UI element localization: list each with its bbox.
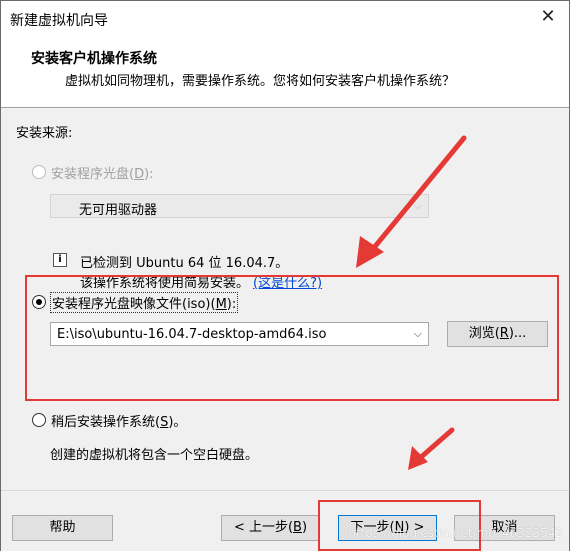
page-title: 安装客户机操作系统	[31, 51, 157, 67]
later-radio-label: 稍后安装操作系统(S)。	[51, 411, 186, 430]
disc-label-mnemonic: D	[134, 167, 145, 182]
wizard-window: 新建虚拟机向导 ✕ 安装客户机操作系统 虚拟机如同物理机，需要操作系统。您将如何…	[0, 0, 570, 551]
disc-label-pre: 安装程序光盘(	[51, 167, 135, 182]
info-icon: i	[53, 253, 67, 267]
disc-drive-value: 无可用驱动器	[79, 203, 158, 218]
iso-highlight-box	[25, 275, 559, 401]
wizard-header: 安装客户机操作系统 虚拟机如同物理机，需要操作系统。您将如何安装客户机操作系统？	[1, 37, 569, 108]
disc-radio[interactable]	[32, 165, 46, 179]
detected-os-text: 已检测到 Ubuntu 64 位 16.04.7。	[80, 256, 289, 271]
install-source-label: 安装来源:	[16, 126, 73, 141]
close-icon[interactable]: ✕	[537, 6, 559, 28]
back-label-mnemonic: B	[293, 520, 302, 535]
later-label-post: )。	[168, 415, 187, 430]
wizard-footer: 帮助 < 上一步(B) 下一步(N) > 取消	[1, 490, 569, 551]
back-label-pre: < 上一步(	[233, 520, 294, 535]
disc-label-post: ):	[144, 167, 154, 182]
help-button[interactable]: 帮助	[12, 515, 113, 541]
title-bar: 新建虚拟机向导 ✕	[1, 1, 569, 37]
disc-radio-label: 安装程序光盘(D):	[51, 163, 154, 182]
page-subtitle: 虚拟机如同物理机，需要操作系统。您将如何安装客户机操作系统？	[65, 74, 456, 89]
later-description: 创建的虚拟机将包含一个空白硬盘。	[50, 448, 259, 463]
back-label-post: )	[301, 520, 308, 535]
later-radio[interactable]	[32, 413, 46, 427]
later-label-pre: 稍后安装操作系统(	[51, 415, 161, 430]
chevron-down-icon: ⌵	[413, 199, 422, 212]
window-title: 新建虚拟机向导	[10, 13, 108, 29]
back-button[interactable]: < 上一步(B)	[221, 515, 320, 541]
watermark-text: https://blog.csdn.net/m0_46323542	[348, 526, 563, 540]
disc-drive-select[interactable]: 无可用驱动器 ⌵	[50, 194, 429, 218]
